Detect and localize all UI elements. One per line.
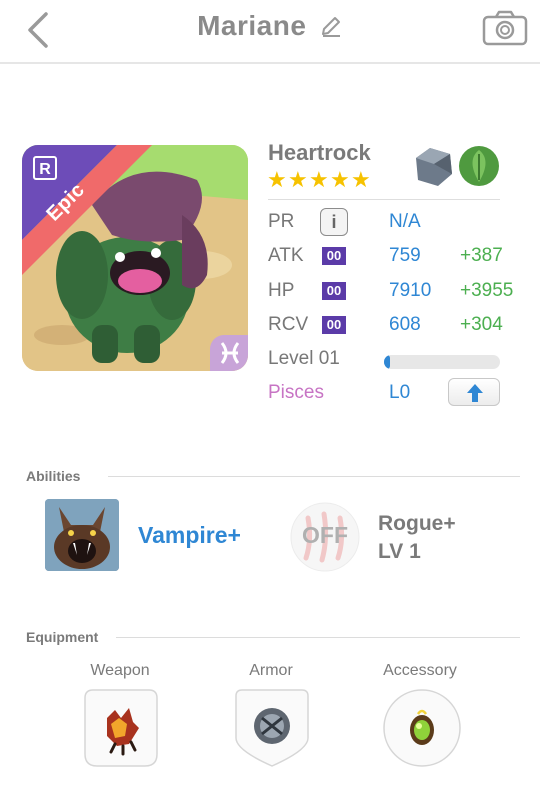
svg-text:R: R bbox=[39, 161, 51, 178]
rank-r-icon: R bbox=[33, 156, 57, 180]
divider bbox=[268, 199, 500, 200]
abilities-divider bbox=[108, 476, 520, 477]
star-rating: ★★★★★ bbox=[267, 168, 372, 192]
pr-value: N/A bbox=[389, 211, 421, 232]
arrow-up-icon bbox=[467, 384, 483, 402]
armor-orb-icon bbox=[235, 689, 309, 767]
sign-row: Pisces L0 bbox=[268, 378, 528, 408]
passive-ability-status[interactable]: OFF bbox=[288, 522, 362, 549]
hp-value: 7910 bbox=[389, 280, 432, 301]
info-button[interactable]: i bbox=[320, 208, 348, 236]
armor-slot-label: Armor bbox=[249, 662, 293, 679]
accessory-slot[interactable] bbox=[382, 688, 462, 768]
hp-plus-tag: 00 bbox=[322, 282, 346, 300]
zodiac-sign-label: Pisces bbox=[268, 382, 324, 403]
wood-leaf-element-icon bbox=[459, 146, 499, 186]
title-container: Mariane bbox=[0, 10, 540, 42]
rcv-plus-tag: 00 bbox=[322, 316, 346, 334]
atk-bonus: +387 bbox=[460, 245, 503, 266]
page-title: Mariane bbox=[197, 10, 307, 41]
star-icon: ★ bbox=[351, 167, 371, 192]
level-progress-bar bbox=[384, 355, 500, 369]
sign-level-value: L0 bbox=[389, 382, 411, 403]
pr-row: PR i N/A bbox=[268, 207, 528, 237]
top-bar: Mariane bbox=[0, 0, 540, 64]
atk-value: 759 bbox=[389, 245, 421, 266]
hp-label: HP bbox=[268, 280, 295, 301]
green-gem-accessory-icon bbox=[383, 689, 461, 767]
rcv-value: 608 bbox=[389, 314, 421, 335]
vampire-ability-portrait[interactable] bbox=[45, 499, 119, 571]
pisces-sign-badge bbox=[210, 335, 248, 371]
edit-pencil-icon[interactable] bbox=[319, 14, 343, 38]
rcv-label: RCV bbox=[268, 314, 309, 335]
monster-card[interactable]: Epic R bbox=[22, 145, 248, 371]
level-label: Level 01 bbox=[268, 348, 340, 369]
pisces-icon bbox=[220, 342, 240, 364]
werewolf-portrait-icon bbox=[45, 499, 119, 571]
weapon-slot[interactable] bbox=[81, 688, 161, 768]
rcv-bonus: +304 bbox=[460, 314, 503, 335]
passive-ability-level: LV 1 bbox=[378, 540, 421, 563]
camera-icon[interactable] bbox=[482, 10, 528, 46]
atk-label: ATK bbox=[268, 245, 304, 266]
equipment-divider bbox=[116, 637, 520, 638]
accessory-slot-label: Accessory bbox=[383, 662, 457, 679]
star-icon: ★ bbox=[330, 167, 350, 192]
equipment-heading: Equipment bbox=[26, 629, 99, 645]
hp-bonus: +3955 bbox=[460, 280, 514, 301]
sign-upgrade-button[interactable] bbox=[448, 378, 500, 406]
star-icon: ★ bbox=[309, 167, 329, 192]
monster-name: Heartrock bbox=[268, 140, 371, 165]
level-row: Level 01 bbox=[268, 344, 528, 374]
atk-plus-tag: 00 bbox=[322, 247, 346, 265]
rcv-row: RCV 00 608 +304 bbox=[268, 310, 528, 340]
weapon-slot-label: Weapon bbox=[90, 662, 150, 679]
abilities-heading: Abilities bbox=[26, 468, 81, 484]
claw-weapon-icon bbox=[84, 689, 158, 767]
star-icon: ★ bbox=[288, 167, 308, 192]
level-progress-fill bbox=[384, 355, 390, 369]
armor-slot[interactable] bbox=[232, 688, 312, 768]
active-ability-name[interactable]: Vampire+ bbox=[138, 522, 241, 549]
hp-row: HP 00 7910 +3955 bbox=[268, 276, 528, 306]
pr-label: PR bbox=[268, 211, 295, 232]
star-icon: ★ bbox=[267, 167, 287, 192]
atk-row: ATK 00 759 +387 bbox=[268, 241, 528, 271]
earth-element-icon bbox=[416, 148, 452, 186]
passive-ability-name: Rogue+ bbox=[378, 512, 456, 535]
